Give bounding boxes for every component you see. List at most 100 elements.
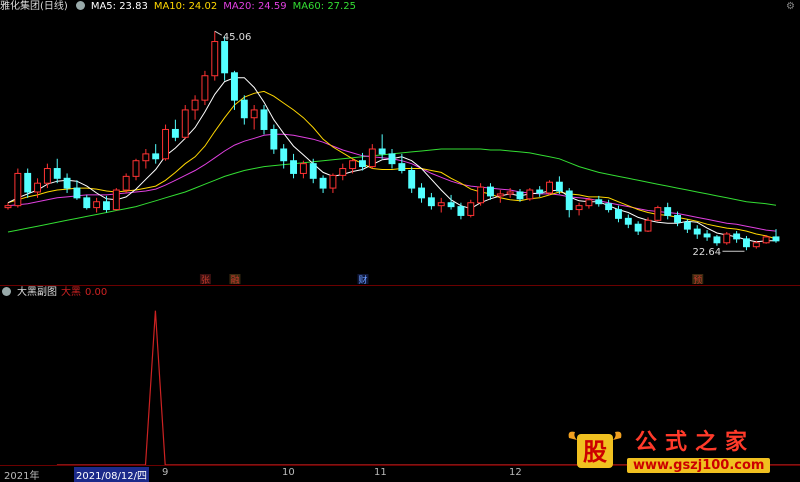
candle-body	[299, 163, 307, 174]
logo-url: www.gszj100.com	[627, 458, 771, 473]
candle-body	[171, 128, 179, 138]
candle-body	[221, 41, 229, 74]
ma20-label: MA20: 24.59	[223, 1, 287, 12]
panel-separator	[0, 285, 800, 286]
logo-word: 公式之家	[635, 429, 756, 455]
candle-body	[762, 236, 770, 244]
event-marker-label: 财	[358, 274, 367, 284]
month-label: 10	[282, 467, 295, 478]
candle-body	[575, 205, 583, 211]
candle-body	[201, 75, 209, 101]
candle-body	[457, 206, 465, 216]
candle-body	[378, 148, 386, 155]
candle-body	[4, 205, 12, 209]
candle-body	[34, 182, 41, 193]
candle-body	[122, 175, 130, 191]
sub-panel-header: 大黑副图 大黑 0.00	[0, 286, 113, 300]
sub-settings-circle-icon[interactable]	[2, 287, 11, 296]
candle-body	[260, 109, 268, 130]
candle-body	[211, 41, 219, 77]
candle-body	[664, 207, 672, 216]
candle-body	[152, 153, 160, 160]
event-marker-label: 张	[201, 275, 210, 284]
candle-body	[555, 181, 563, 192]
logo-mark-char: 股	[583, 437, 607, 466]
high-label: 45.06	[223, 32, 252, 43]
candle-body	[565, 190, 573, 211]
candle-body	[713, 236, 721, 244]
month-label: 12	[509, 467, 522, 478]
candle-body	[447, 202, 455, 208]
candle-body	[585, 199, 593, 207]
candle-body	[516, 191, 524, 200]
candle-body	[743, 238, 750, 248]
candle-body	[14, 172, 22, 207]
candle-body	[368, 148, 376, 168]
candle-body	[733, 233, 741, 240]
candle-body	[477, 186, 485, 204]
candle-body	[280, 148, 288, 162]
candle-body	[615, 209, 622, 219]
candle-body	[112, 189, 120, 211]
candle-body	[53, 168, 61, 179]
candle-body	[319, 177, 327, 189]
stock-name: 雅化集团(日线)	[0, 1, 68, 12]
candle-body	[63, 177, 71, 189]
candle-body	[359, 160, 366, 168]
candlestick-chart: 45.06 22.64 张 融 财 预	[4, 30, 780, 284]
candle-body	[467, 202, 475, 216]
indicator-value: 0.00	[85, 287, 108, 298]
candle-body	[723, 233, 731, 244]
candle-body	[240, 99, 248, 119]
candle-body	[309, 163, 317, 179]
candle-body	[674, 214, 681, 223]
candle-body	[654, 207, 662, 221]
candle-body	[43, 168, 51, 184]
candle-body	[132, 160, 140, 177]
candle-body	[752, 242, 760, 248]
candle-body	[418, 187, 425, 199]
candle-body	[103, 201, 110, 211]
candle-body	[250, 109, 258, 119]
month-label: 9	[162, 467, 169, 478]
candle-body	[270, 128, 278, 150]
bull-logo-icon: 股	[568, 431, 622, 468]
candle-body	[231, 72, 238, 101]
candle-body	[349, 160, 357, 170]
candle-body	[437, 202, 445, 207]
candle-body	[162, 128, 169, 160]
candle-body	[290, 160, 297, 174]
watermark-logo: 股 公式之家 www.gszj100.com	[565, 424, 780, 480]
ma5-label: MA5: 23.83	[90, 1, 148, 12]
candle-body	[693, 228, 701, 235]
candle-body	[644, 219, 652, 232]
candle-body	[487, 186, 494, 197]
candle-body	[772, 236, 780, 242]
candle-body	[703, 233, 711, 238]
candle-body	[536, 189, 544, 194]
settings-circle-icon[interactable]	[75, 1, 85, 10]
candle-body	[408, 169, 416, 189]
candle-body	[634, 223, 642, 232]
candle-body	[496, 193, 504, 197]
high-pointer	[214, 30, 223, 36]
candle-body	[191, 99, 199, 111]
candle-body	[506, 191, 514, 195]
candle-body	[24, 172, 32, 193]
ma60-label: MA60: 27.25	[292, 1, 356, 12]
candle-body	[427, 197, 435, 207]
candle-body	[683, 221, 691, 230]
indicator-label: 大黑	[61, 287, 81, 298]
candle-body	[83, 197, 91, 209]
low-label: 22.64	[692, 247, 721, 258]
panel-settings-icon[interactable]: ⚙	[786, 2, 796, 12]
event-marker-label: 融	[230, 275, 239, 284]
candle-body	[73, 187, 81, 199]
candle-body	[605, 203, 613, 211]
candle-body	[595, 199, 603, 205]
candle-body	[142, 153, 150, 162]
candle-body	[329, 174, 337, 189]
sub-panel-title: 大黑副图	[17, 287, 57, 298]
candle-body	[546, 181, 553, 194]
candle-body	[93, 201, 101, 209]
